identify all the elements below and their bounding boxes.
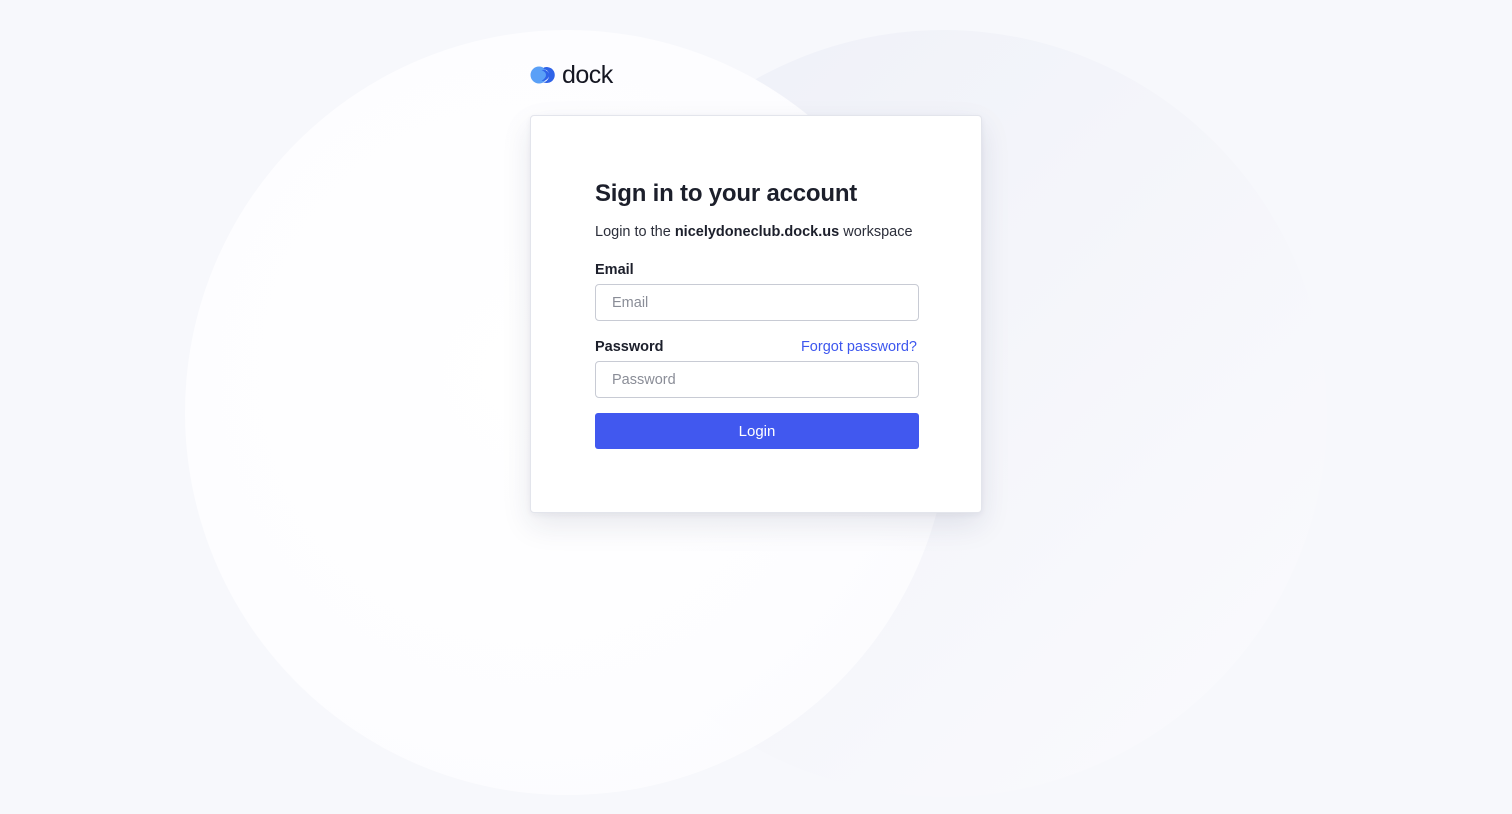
login-card: Sign in to your account Login to the nic… — [530, 115, 982, 513]
password-field[interactable] — [595, 361, 919, 398]
login-page: dock Sign in to your account Login to th… — [0, 0, 1512, 814]
page-title: Sign in to your account — [595, 180, 858, 207]
email-label: Email — [595, 262, 634, 278]
dock-logo-icon — [530, 66, 555, 84]
workspace-name: nicelydoneclub.dock.us — [674, 224, 840, 240]
subtitle-prefix: Login to the — [595, 224, 675, 240]
forgot-password-link[interactable]: Forgot password? — [801, 339, 917, 355]
dock-logo[interactable]: dock — [530, 60, 613, 90]
brand-name: dock — [562, 60, 613, 89]
subtitle-suffix: workspace — [839, 224, 913, 240]
workspace-subtitle: Login to the nicelydoneclub.dock.us work… — [595, 224, 913, 240]
login-button[interactable]: Login — [595, 413, 919, 449]
email-field[interactable] — [595, 284, 919, 321]
password-label: Password — [595, 339, 664, 355]
